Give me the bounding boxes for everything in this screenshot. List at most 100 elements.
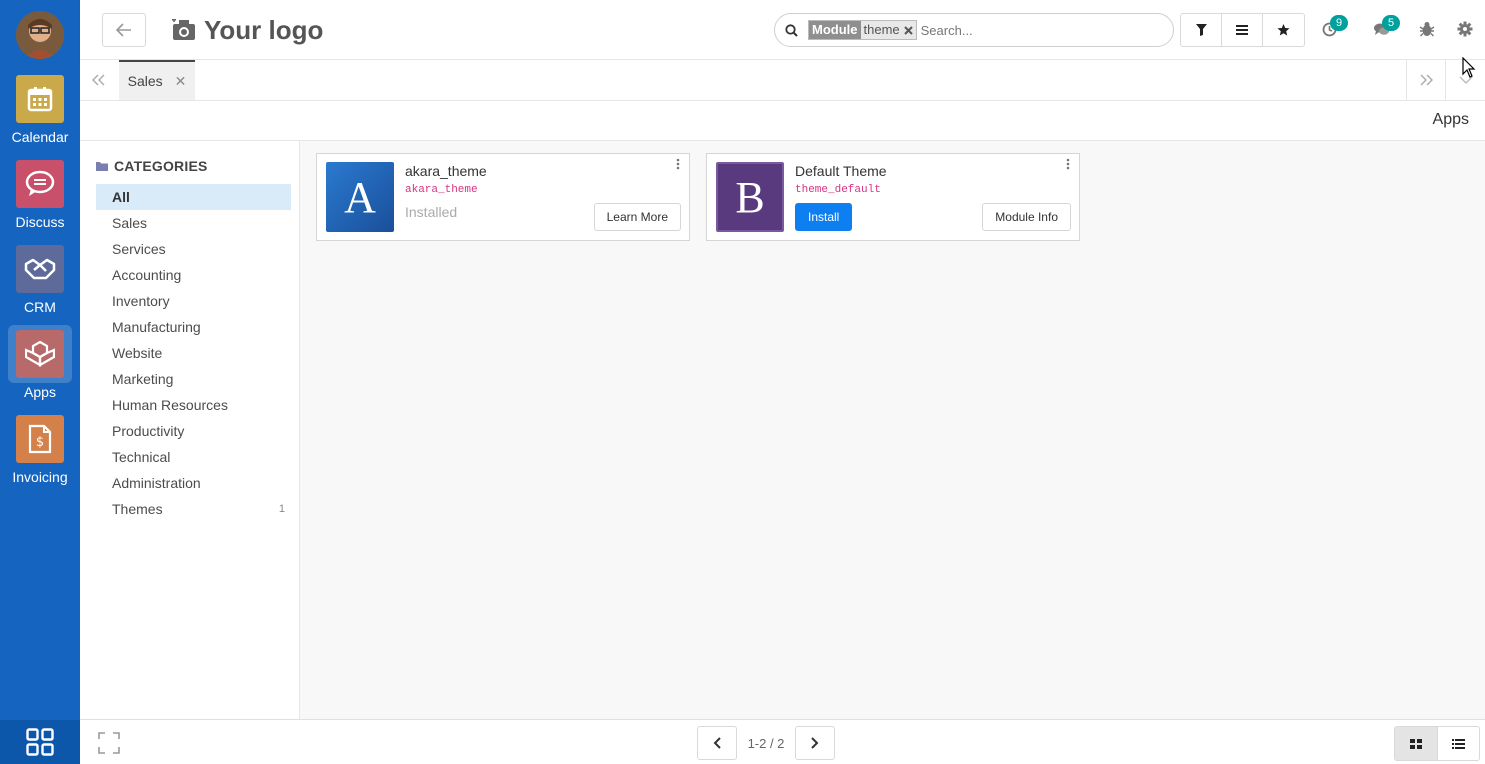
mouse-cursor-icon (1462, 57, 1476, 78)
grid-icon (26, 728, 54, 756)
pager-next-button[interactable] (795, 726, 835, 760)
categories-title: CATEGORIES (114, 158, 208, 174)
module-title: akara_theme (405, 163, 487, 179)
settings-button[interactable] (1452, 16, 1478, 42)
kanban-view: A akara_theme akara_theme Installed Lear… (300, 141, 1485, 719)
arrow-left-icon (116, 23, 131, 37)
handshake-icon (16, 245, 64, 293)
messages-button[interactable]: 5 (1368, 15, 1400, 42)
tab-label: Sales (127, 73, 163, 89)
category-label: Inventory (112, 293, 170, 309)
search-input[interactable] (920, 22, 1161, 38)
filter-icon (1195, 24, 1207, 36)
category-website[interactable]: Website (96, 340, 291, 366)
install-button[interactable]: Install (795, 203, 853, 231)
category-sales[interactable]: Sales (96, 210, 291, 236)
category-services[interactable]: Services (96, 236, 291, 262)
filters-button[interactable] (1181, 14, 1222, 46)
category-accounting[interactable]: Accounting (96, 262, 291, 288)
app-label: Calendar (11, 129, 69, 145)
card-menu-icon[interactable] (675, 158, 681, 170)
group-by-button[interactable] (1222, 14, 1263, 46)
module-card[interactable]: A akara_theme akara_theme Installed Lear… (316, 153, 690, 241)
chevron-right-icon (811, 737, 819, 749)
user-avatar[interactable] (16, 11, 64, 59)
module-thumbnail: A (326, 162, 394, 232)
category-productivity[interactable]: Productivity (96, 418, 291, 444)
category-administration[interactable]: Administration (96, 470, 291, 496)
learn-more-button[interactable]: Learn More (593, 203, 681, 231)
category-technical[interactable]: Technical (96, 444, 291, 470)
invoice-dollar-icon: $ (16, 415, 64, 463)
pager-previous-button[interactable] (697, 726, 737, 760)
module-card[interactable]: B Default Theme theme_default Install Mo… (706, 153, 1080, 241)
chat-bubble-icon (16, 160, 64, 208)
gear-icon (1457, 21, 1473, 37)
double-chevron-left-icon (92, 74, 105, 86)
pager-value[interactable]: 1-2 / 2 (737, 736, 795, 751)
chevron-left-icon (713, 737, 721, 749)
app-sidebar: Calendar Discuss CRM Apps $ Invoicing (0, 0, 80, 764)
category-label: Human Resources (112, 397, 228, 413)
category-themes[interactable]: Themes 1 (96, 496, 291, 522)
module-letter: B (735, 172, 765, 222)
module-technical-name: theme_default (795, 184, 881, 196)
category-label: Accounting (112, 267, 182, 283)
card-menu-icon[interactable] (1065, 158, 1071, 170)
bottom-bar: 1-2 / 2 (80, 719, 1485, 764)
bug-icon (1419, 22, 1435, 37)
module-letter: A (344, 172, 376, 222)
tab-sales[interactable]: Sales ✕ (119, 60, 195, 100)
tabs-bar: Sales ✕ (80, 60, 1485, 101)
app-invoicing[interactable]: $ Invoicing (0, 410, 80, 490)
tabs-scroll-left[interactable] (80, 60, 118, 100)
category-all[interactable]: All (96, 184, 291, 210)
kanban-view-button[interactable] (1395, 727, 1437, 760)
pager: 1-2 / 2 (697, 726, 835, 760)
search-facet[interactable]: Module theme (808, 20, 917, 40)
fullscreen-icon[interactable] (98, 732, 120, 754)
category-label: Services (112, 241, 166, 257)
app-label: Invoicing (12, 469, 68, 485)
close-tab-icon[interactable]: ✕ (175, 73, 187, 90)
debug-button[interactable] (1414, 16, 1440, 42)
home-menu-button[interactable] (0, 720, 80, 764)
categories-header: CATEGORIES (96, 158, 208, 174)
search-bar[interactable]: Module theme (774, 13, 1174, 47)
category-label: Manufacturing (112, 319, 201, 335)
category-label: All (112, 189, 130, 205)
module-info-button[interactable]: Module Info (982, 203, 1071, 231)
category-manufacturing[interactable]: Manufacturing (96, 314, 291, 340)
double-chevron-right-icon (1420, 74, 1433, 86)
app-apps[interactable]: Apps (0, 325, 80, 405)
app-discuss[interactable]: Discuss (0, 155, 80, 235)
back-button[interactable] (102, 13, 146, 47)
app-label: Discuss (15, 214, 65, 230)
favorites-button[interactable] (1263, 14, 1304, 46)
module-thumbnail: B (716, 162, 784, 232)
category-list: All Sales Services Accounting Inventory … (96, 184, 291, 522)
top-navbar: Your logo Module theme 9 5 (80, 0, 1485, 60)
list-view-button[interactable] (1437, 727, 1479, 760)
view-switcher (1394, 726, 1480, 761)
tabs-scroll-right[interactable] (1406, 60, 1444, 100)
company-logo: Your logo (172, 12, 323, 48)
facet-value: theme (860, 21, 916, 39)
logo-text: Your logo (204, 14, 324, 45)
category-label: Marketing (112, 371, 174, 387)
category-label: Administration (112, 475, 201, 491)
remove-facet-icon[interactable] (903, 25, 913, 35)
app-label: Apps (24, 384, 56, 400)
list-bars-icon (1236, 25, 1248, 35)
category-marketing[interactable]: Marketing (96, 366, 291, 392)
list-icon (1452, 738, 1465, 749)
activity-button[interactable]: 9 (1316, 15, 1348, 42)
app-crm[interactable]: CRM (0, 240, 80, 320)
category-label: Themes (112, 501, 163, 517)
control-panel: Apps (80, 101, 1485, 141)
app-calendar[interactable]: Calendar (0, 70, 80, 150)
category-label: Sales (112, 215, 148, 231)
category-label: Website (112, 345, 163, 361)
category-inventory[interactable]: Inventory (96, 288, 291, 314)
category-human-resources[interactable]: Human Resources (96, 392, 291, 418)
